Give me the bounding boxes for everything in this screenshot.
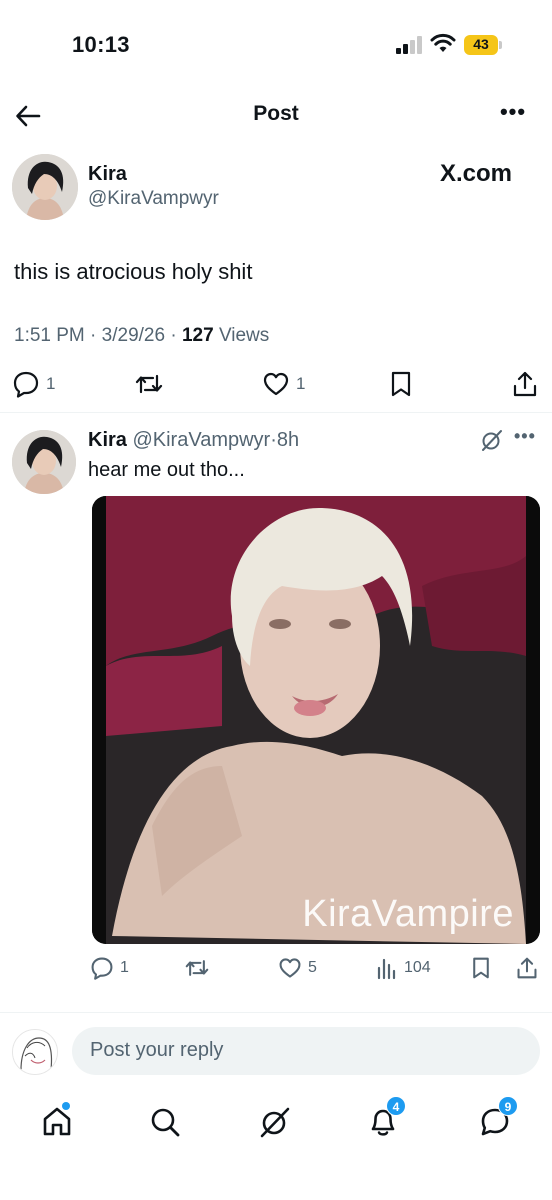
views-count[interactable]: 127 (182, 325, 214, 346)
bookmark-icon (473, 957, 489, 979)
reply-time: 8h (276, 429, 300, 451)
reply-icon (91, 957, 113, 980)
reply-count: 1 (120, 959, 129, 976)
status-time: 10:13 (72, 32, 130, 57)
repost-button[interactable] (184, 954, 210, 982)
author-handle[interactable]: @KiraVampwyr (88, 186, 219, 212)
bookmark-button[interactable] (470, 954, 492, 982)
avatar[interactable] (12, 154, 78, 220)
more-options-icon[interactable]: ••• (498, 101, 528, 130)
reply-actions: 1 5 104 (0, 954, 552, 982)
reply-icon (13, 371, 39, 398)
like-button[interactable]: 5 (278, 954, 317, 982)
post-author[interactable]: Kira @KiraVampwyr (88, 162, 219, 212)
reply-author-name[interactable]: Kira (88, 429, 127, 451)
share-button[interactable] (512, 368, 538, 400)
reply-count: 1 (46, 374, 56, 393)
divider (0, 412, 552, 413)
bottom-tab-bar: 4 9 (0, 1094, 552, 1150)
repost-icon (135, 374, 163, 394)
reply-button[interactable]: 1 (90, 954, 129, 982)
reply-author-handle[interactable]: @KiraVampwyr (132, 429, 270, 451)
notifications-badge: 4 (386, 1096, 406, 1116)
home-icon (43, 1107, 71, 1136)
image-watermark: KiraVampire (302, 893, 514, 935)
wifi-icon (430, 32, 456, 54)
cellular-signal-icon (396, 36, 424, 54)
tab-home[interactable] (38, 1102, 78, 1142)
grok-icon (260, 1107, 290, 1138)
author-name[interactable]: Kira (88, 162, 219, 186)
my-avatar[interactable] (12, 1029, 58, 1075)
post-time: 1:51 PM (14, 325, 85, 346)
messages-badge: 9 (498, 1096, 518, 1116)
tab-search[interactable] (146, 1102, 186, 1142)
divider (0, 1012, 552, 1013)
post-text: this is atrocious holy shit (14, 259, 253, 284)
photo-image (92, 496, 540, 944)
search-icon (151, 1108, 180, 1137)
post-image[interactable]: KiraVampire (92, 496, 540, 944)
post-meta: 1:51 PM · 3/29/26 · 127 Views (14, 325, 270, 346)
reply-input[interactable]: Post your reply (72, 1027, 540, 1075)
nav-header: Post ••• (0, 96, 552, 136)
repost-button[interactable] (134, 368, 164, 400)
like-count: 1 (296, 374, 306, 393)
heart-icon (279, 958, 301, 978)
views-chart-icon (377, 958, 396, 980)
share-icon (513, 371, 537, 397)
more-options-icon[interactable]: ••• (514, 426, 536, 447)
tab-grok[interactable] (256, 1102, 296, 1142)
share-icon (517, 957, 537, 979)
bookmark-icon (391, 371, 411, 397)
reply-tools: ••• (480, 426, 540, 452)
bookmark-button[interactable] (388, 368, 414, 400)
post-actions: 1 1 (0, 368, 552, 400)
reply-button[interactable]: 1 (12, 368, 55, 400)
share-button[interactable] (516, 954, 538, 982)
tab-messages[interactable]: 9 (478, 1096, 518, 1142)
post-date: 3/29/26 (101, 325, 166, 346)
heart-icon (263, 372, 289, 396)
battery-icon: 43 (464, 35, 502, 55)
views-count: 104 (404, 959, 431, 976)
page-title: Post (253, 102, 299, 125)
views-button[interactable]: 104 (376, 954, 431, 982)
battery-level: 43 (473, 36, 489, 52)
like-count: 5 (308, 959, 317, 976)
like-button[interactable]: 1 (262, 368, 305, 400)
grok-icon[interactable] (480, 428, 504, 452)
status-bar: 10:13 43 (0, 0, 552, 90)
views-label[interactable]: Views (219, 325, 269, 346)
tab-notifications[interactable]: 4 (366, 1096, 406, 1142)
home-dot-badge (62, 1102, 70, 1110)
x-com-label: X.com (440, 160, 513, 187)
reply-text: hear me out tho... (88, 459, 245, 481)
repost-icon (185, 960, 209, 976)
reply-header: Kira @KiraVampwyr·8h (88, 429, 300, 451)
avatar[interactable] (12, 430, 76, 494)
